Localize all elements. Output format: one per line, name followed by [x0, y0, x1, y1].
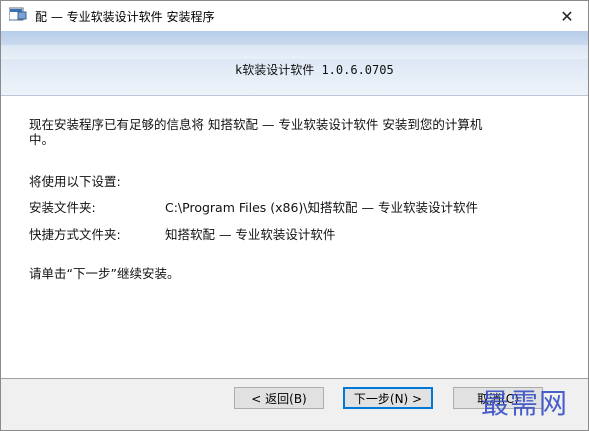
- window-title: 配 — 专业软装设计软件 安装程序: [35, 10, 215, 24]
- shortcut-folder-label: 快捷方式文件夹:: [29, 227, 121, 242]
- continue-prompt: 请单击“下一步”继续安装。: [29, 266, 180, 281]
- install-folder-value: C:\Program Files (x86)\知搭软配 — 专业软装设计软件: [164, 200, 478, 215]
- banner-product-text: k软装设计软件 1.0.6.0705: [235, 63, 394, 77]
- next-button[interactable]: 下一步(N) >: [343, 387, 433, 409]
- summary-content: 现在安装程序已有足够的信息将 知搭软配 — 专业软装设计软件 安装到您的计算机 …: [29, 117, 559, 281]
- intro-text: 现在安装程序已有足够的信息将 知搭软配 — 专业软装设计软件 安装到您的计算机 …: [29, 117, 483, 147]
- install-folder-row: 安装文件夹: C:\Program Files (x86)\知搭软配 — 专业软…: [29, 197, 478, 216]
- installer-icon: [9, 7, 27, 21]
- shortcut-folder-value: 知搭软配 — 专业软装设计软件: [164, 227, 336, 242]
- title-bar: 配 — 专业软装设计软件 安装程序 ✕: [1, 1, 588, 31]
- watermark-logo: 最需网: [480, 387, 568, 420]
- shortcut-folder-row: 快捷方式文件夹: 知搭软配 — 专业软装设计软件: [29, 224, 335, 243]
- install-folder-label: 安装文件夹:: [29, 200, 96, 215]
- back-button[interactable]: < 返回(B): [234, 387, 324, 409]
- banner-highlight: [1, 45, 588, 59]
- header-banner: k软装设计软件 1.0.6.0705: [1, 31, 588, 96]
- installer-window: 配 — 专业软装设计软件 安装程序 ✕ k软装设计软件 1.0.6.0705 现…: [0, 0, 589, 431]
- settings-title: 将使用以下设置:: [29, 174, 121, 189]
- close-button[interactable]: ✕: [546, 1, 588, 31]
